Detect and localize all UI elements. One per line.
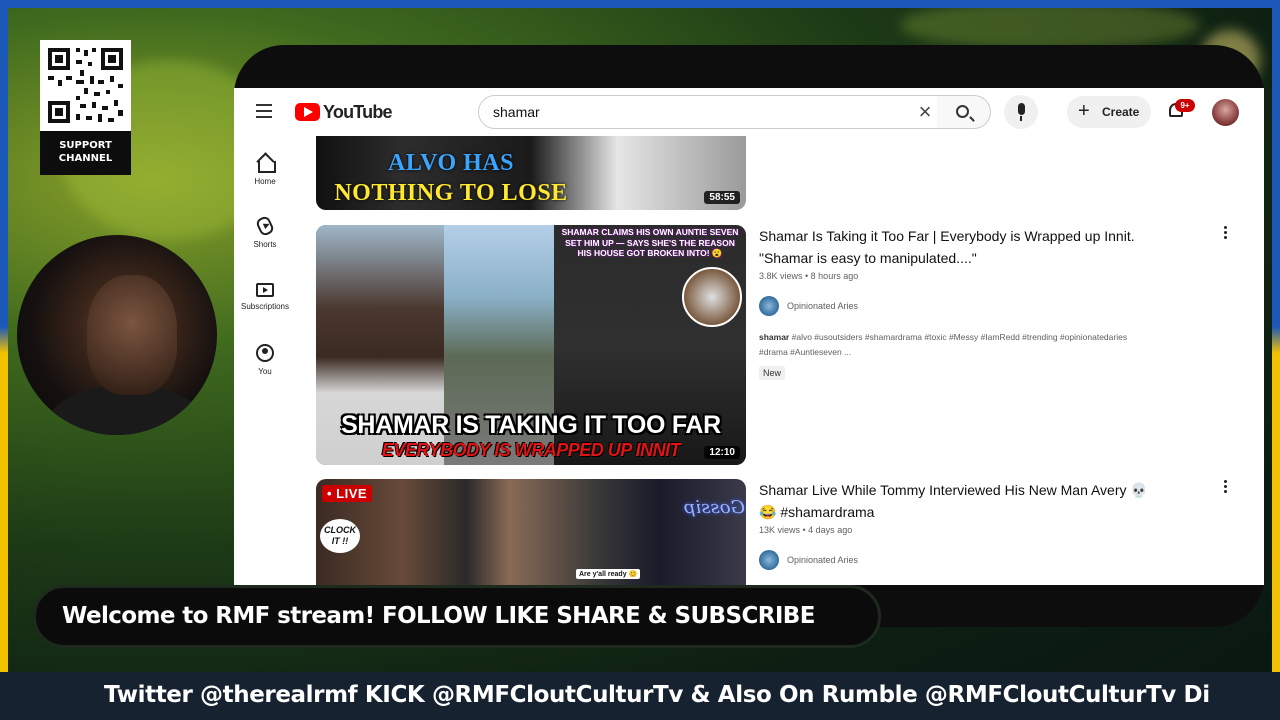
search-icon: [956, 105, 969, 118]
clear-search-icon[interactable]: ×: [915, 101, 935, 123]
you-icon: [256, 344, 274, 362]
thumbnail-caption: Are y'all ready 😊: [576, 569, 641, 579]
thumbnail-text-line-1: ALVO HAS: [387, 150, 514, 176]
channel-link[interactable]: Opinionated Aries: [759, 550, 1219, 570]
sidebar-item-label: You: [258, 367, 272, 376]
video-thumbnail[interactable]: SHAMAR CLAIMS HIS OWN AUNTIE SEVEN SET H…: [316, 225, 746, 465]
youtube-logo[interactable]: YouTube: [295, 100, 393, 124]
social-ticker: Twitter @therealrmf KICK @RMFCloutCultur…: [0, 672, 1280, 720]
search-button[interactable]: [937, 95, 991, 129]
home-icon: [256, 154, 276, 173]
duration-badge: 58:55: [704, 191, 740, 204]
microphone-stem: [1020, 116, 1022, 121]
create-button[interactable]: + Create: [1067, 96, 1151, 128]
video-description: shamar #alvo #usoutsiders #shamardrama #…: [759, 330, 1219, 360]
thumbnail-text: ALVO HAS NOTHING TO LOSE: [316, 148, 586, 208]
video-title[interactable]: Shamar Live While Tommy Interviewed His …: [759, 479, 1219, 523]
description-line-1: #alvo #usoutsiders #shamardrama #toxic #…: [789, 332, 1128, 342]
microphone-icon: [1018, 103, 1025, 115]
border-top: [0, 0, 1280, 8]
video-title[interactable]: Shamar Is Taking it Too Far | Everybody …: [759, 225, 1219, 269]
video-stats: 13K views • 4 days ago: [759, 525, 853, 535]
sidebar-item-subscriptions[interactable]: Subscriptions: [234, 281, 296, 331]
video-title-line-2: "Shamar is easy to manipulated....": [759, 250, 977, 266]
video-stats: 3.8K views • 8 hours ago: [759, 271, 859, 281]
thumbnail-subheadline: EVERYBODY IS WRAPPED UP INNIT: [381, 440, 681, 460]
new-badge: New: [759, 366, 786, 380]
search-input[interactable]: [493, 102, 893, 122]
youtube-logo-text: YouTube: [323, 101, 393, 122]
sidebar: Home Shorts Subscriptions You: [234, 136, 296, 585]
video-meta: Shamar Is Taking it Too Far | Everybody …: [759, 225, 1219, 381]
live-badge: • LIVE: [322, 485, 373, 502]
sidebar-item-you[interactable]: You: [234, 344, 296, 394]
description-bold-term: shamar: [759, 332, 790, 342]
youtube-play-icon: [295, 103, 320, 121]
video-thumbnail[interactable]: ALVO HAS NOTHING TO LOSE 58:55: [316, 136, 746, 210]
support-channel-label: SUPPORT CHANNEL: [40, 131, 131, 175]
social-ticker-text: Twitter @therealrmf KICK @RMFCloutCultur…: [104, 682, 1210, 708]
duration-badge: 12:10: [704, 446, 740, 459]
support-line-1: SUPPORT: [59, 140, 112, 151]
account-avatar[interactable]: [1212, 99, 1239, 126]
sidebar-item-label: Subscriptions: [240, 302, 290, 311]
webcam-face: [87, 275, 177, 395]
menu-icon[interactable]: [256, 104, 274, 118]
welcome-text: Welcome to RMF stream! FOLLOW LIKE SHARE…: [62, 603, 815, 629]
support-qr-panel: SUPPORT CHANNEL: [40, 40, 131, 175]
sidebar-item-label: Shorts: [253, 240, 277, 249]
welcome-banner: Welcome to RMF stream! FOLLOW LIKE SHARE…: [33, 585, 881, 648]
youtube-topbar: YouTube × + Create 9+: [234, 88, 1264, 136]
youtube-screen: YouTube × + Create 9+ Home Short: [234, 88, 1264, 585]
video-title-line-1: Shamar Is Taking it Too Far | Everybody …: [759, 228, 1135, 244]
border-left: [0, 8, 8, 672]
more-options-icon[interactable]: [1222, 480, 1230, 496]
channel-name: Opinionated Aries: [787, 301, 859, 311]
thumbnail-sticker: CLOCK IT !!: [320, 519, 360, 553]
channel-avatar: [759, 296, 779, 316]
plus-icon: +: [1078, 100, 1090, 122]
create-label: Create: [1102, 105, 1140, 119]
video-thumbnail[interactable]: • LIVE CLOCK IT !! Gossip Are y'all read…: [316, 479, 746, 585]
thumbnail-caption: SHAMAR CLAIMS HIS OWN AUNTIE SEVEN SET H…: [561, 227, 739, 258]
channel-link[interactable]: Opinionated Aries: [759, 296, 1219, 316]
description-line-2: #drama #Auntieseven ...: [759, 347, 852, 357]
qr-code-icon: [40, 40, 131, 131]
subscriptions-icon: [256, 283, 274, 297]
channel-name: Opinionated Aries: [787, 555, 859, 565]
voice-search-button[interactable]: [1004, 95, 1038, 129]
more-options-icon[interactable]: [1222, 226, 1230, 242]
sidebar-item-home[interactable]: Home: [234, 154, 296, 204]
thumbnail-neon-sign: Gossip: [684, 497, 745, 518]
support-line-2: CHANNEL: [58, 153, 113, 164]
sidebar-item-shorts[interactable]: Shorts: [234, 214, 296, 267]
thumbnail-headline: SHAMAR IS TAKING IT TOO FAR: [341, 411, 721, 439]
border-right: [1272, 8, 1280, 672]
sidebar-item-label: Home: [254, 177, 276, 186]
webcam-feed: [17, 235, 217, 435]
search-box: ×: [478, 95, 938, 129]
thumbnail-text-line-2: NOTHING TO LOSE: [334, 180, 568, 206]
channel-avatar: [759, 550, 779, 570]
video-meta: Shamar Live While Tommy Interviewed His …: [759, 479, 1219, 570]
thumbnail-inset-photo: [682, 267, 742, 327]
notification-count-badge: 9+: [1175, 99, 1195, 112]
video-title-line-1: Shamar Live While Tommy Interviewed His …: [759, 482, 1148, 498]
shorts-icon: [254, 214, 276, 238]
video-title-line-2: 😂 #shamardrama: [759, 504, 875, 520]
